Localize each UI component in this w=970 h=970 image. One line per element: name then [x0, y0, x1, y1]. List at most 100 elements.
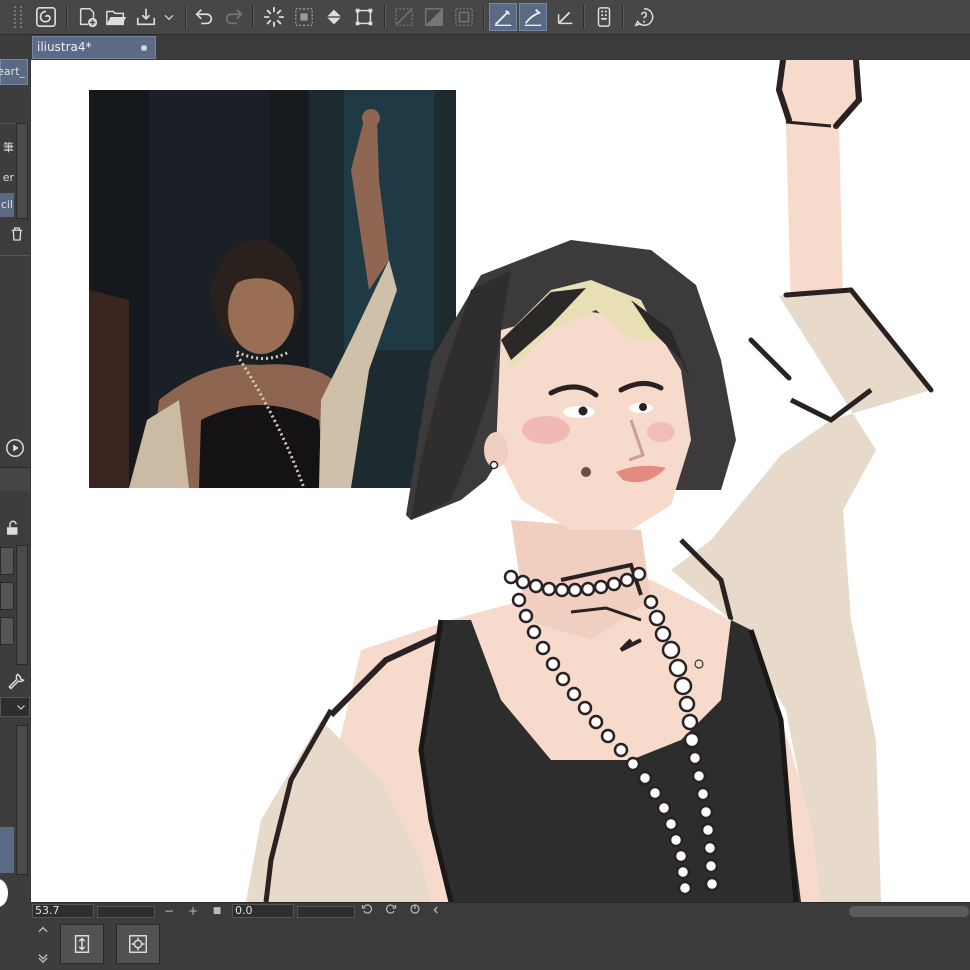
sub-tool-item-3[interactable]: cil [0, 193, 14, 217]
property-scrollbar[interactable] [16, 545, 28, 665]
sub-tool-dropdown[interactable] [0, 697, 30, 717]
snap-special-ruler-icon [524, 9, 542, 26]
redo-button[interactable] [220, 3, 248, 31]
save-button[interactable] [132, 3, 160, 31]
chevron-double-down-icon [38, 954, 48, 964]
fill-button[interactable] [320, 3, 348, 31]
new-file-button[interactable] [74, 3, 102, 31]
app-logo-icon [36, 7, 56, 27]
navigator-icon [129, 935, 147, 953]
property-pen-3[interactable] [0, 617, 14, 645]
reset-rotation-button[interactable] [407, 903, 423, 919]
select-loading-icon [263, 6, 285, 28]
rotate-left-icon [361, 904, 372, 914]
zoom-out-button[interactable]: − [159, 903, 179, 919]
save-dropdown[interactable] [158, 3, 180, 31]
save-icon [136, 8, 156, 26]
selection-grid-icon [295, 8, 313, 26]
dropdown-chevron-icon [164, 14, 174, 21]
toolbar-grip[interactable] [14, 6, 22, 28]
chevron-up-icon [38, 926, 48, 933]
deselect-icon [395, 8, 413, 26]
selection-border-icon [455, 8, 473, 26]
snap-ruler-button[interactable] [489, 3, 517, 31]
sub-tool-scrollbar[interactable] [16, 123, 28, 219]
rotate-right-button[interactable] [383, 903, 399, 919]
snap-ruler-icon [494, 9, 512, 26]
reset-rotation-icon [410, 904, 420, 914]
device-button[interactable] [590, 3, 618, 31]
left-panel: eart_ 筆 er cil [0, 35, 30, 970]
help-icon [634, 8, 654, 27]
chevron-left-icon [433, 906, 438, 914]
color-scrollbar[interactable] [16, 725, 28, 875]
fit-button[interactable]: ■ [207, 903, 227, 919]
zoom-value: 53.7 [35, 904, 60, 917]
sub-tool-label-1: 筆 [3, 141, 14, 154]
illustration-artwork [246, 60, 934, 902]
sub-tool-item-1[interactable]: 筆 [0, 135, 16, 157]
lock-button[interactable] [4, 519, 22, 537]
brush-preset-item[interactable]: eart_ [0, 59, 28, 85]
invert-selection-icon [425, 8, 443, 26]
scroll-left-button[interactable] [429, 903, 443, 919]
rotation-slider[interactable] [297, 906, 355, 918]
unlock-icon [7, 520, 18, 535]
rotation-value: 0.0 [235, 904, 253, 917]
drawing-canvas[interactable] [31, 60, 970, 902]
open-button[interactable] [102, 3, 130, 31]
snap-special-ruler-button[interactable] [519, 3, 547, 31]
invert-selection-button[interactable] [420, 3, 448, 31]
snap-grid-button[interactable] [551, 3, 579, 31]
trash-button[interactable] [8, 225, 26, 243]
sub-tool-item-2[interactable]: er [0, 167, 16, 189]
unsaved-dot-icon [141, 45, 147, 51]
help-button[interactable] [630, 3, 658, 31]
undo-icon [195, 9, 213, 25]
clear-button[interactable] [260, 3, 288, 31]
app-logo-button[interactable] [32, 3, 60, 31]
property-pen-1[interactable] [0, 547, 14, 575]
fit-height-icon [74, 935, 90, 953]
fill-bucket-icon [326, 9, 342, 25]
rotate-left-button[interactable] [359, 903, 375, 919]
panel-down-button[interactable] [36, 950, 50, 964]
rotate-right-icon [386, 904, 397, 914]
undo-button[interactable] [190, 3, 218, 31]
selection-grid-button[interactable] [290, 3, 318, 31]
color-set-item[interactable] [0, 827, 14, 873]
tab-document[interactable]: iliustra4* [32, 36, 156, 59]
zoom-in-button[interactable]: + [183, 903, 203, 919]
chevron-down-icon [17, 705, 25, 710]
selection-border-button[interactable] [450, 3, 478, 31]
panel-up-button[interactable] [36, 922, 50, 936]
wrench-icon [8, 673, 25, 690]
brush-preset-label: eart_ [0, 65, 25, 78]
trash-icon [11, 227, 23, 241]
sub-tool-label-2: er [2, 171, 14, 184]
status-bar: 53.7 − + ■ 0.0 [31, 902, 970, 920]
transform-button[interactable] [350, 3, 378, 31]
fit-height-button[interactable] [60, 924, 104, 964]
play-button[interactable] [4, 437, 26, 459]
open-folder-icon [106, 10, 127, 26]
navigator-button[interactable] [116, 924, 160, 964]
document-tab-title: iliustra4* [37, 40, 92, 54]
transform-icon [355, 8, 373, 26]
main-color-swatch[interactable] [0, 879, 8, 907]
main-toolbar [0, 0, 970, 35]
horizontal-scrollbar[interactable] [849, 906, 969, 917]
document-tabs: iliustra4* [30, 35, 970, 59]
bottom-panel [0, 920, 970, 970]
snap-grid-icon [557, 11, 573, 25]
play-circle-icon [6, 439, 24, 457]
deselect-button[interactable] [390, 3, 418, 31]
device-icon [597, 7, 611, 27]
tool-settings-button[interactable] [6, 671, 26, 691]
property-pen-2[interactable] [0, 582, 14, 610]
sub-tool-label-3: cil [0, 198, 13, 211]
zoom-field[interactable]: 53.7 [32, 904, 94, 918]
zoom-slider[interactable] [97, 906, 155, 918]
rotation-field[interactable]: 0.0 [232, 904, 294, 918]
redo-icon [225, 9, 243, 25]
